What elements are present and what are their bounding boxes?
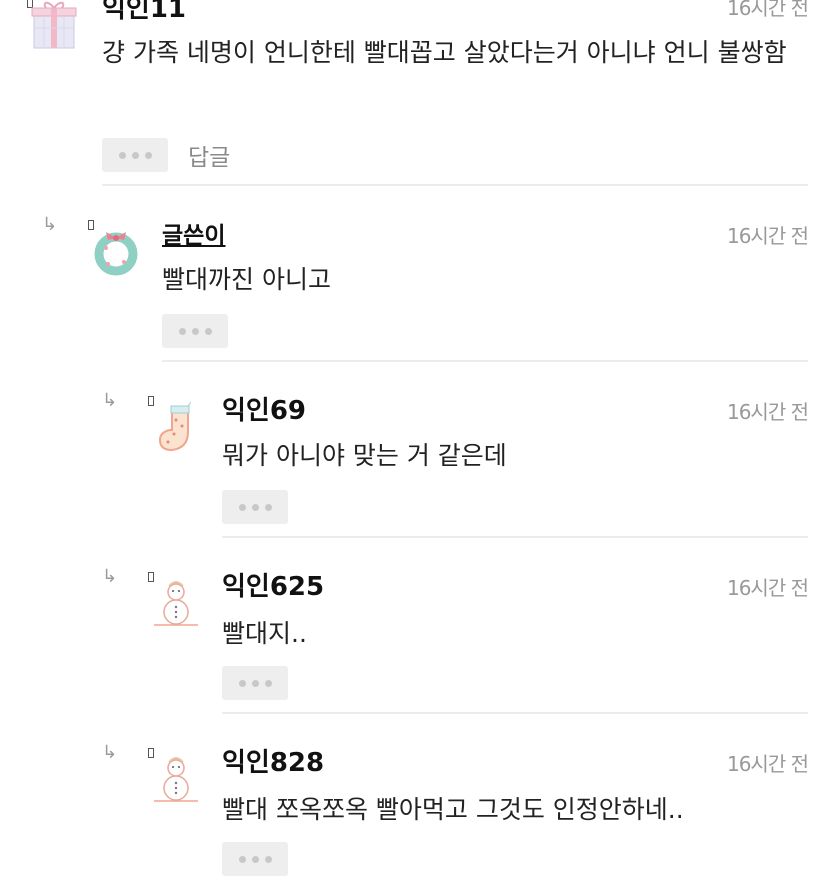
reply-button[interactable]: 답글 [188,138,230,172]
reply-arrow-icon: ↳ [42,214,58,235]
dot [238,503,246,511]
comment-text: 빨대지.. [222,619,307,648]
divider [162,360,808,362]
divider [222,536,808,538]
comment-timestamp: 16시간 전 [726,576,809,600]
reply-arrow-icon: ↳ [102,742,118,763]
dot [264,855,272,863]
dot [238,855,246,863]
dot [264,679,272,687]
divider [102,184,808,186]
dot [144,151,152,159]
comment-timestamp: 16시간 전 [726,400,809,424]
more-options-button[interactable] [102,138,168,172]
dot [131,151,139,159]
comment-author-name[interactable]: 익인625 [222,566,324,603]
dot [191,327,199,335]
snowman-icon [152,752,200,804]
dot [251,679,259,687]
more-options-button[interactable] [222,490,288,524]
comment-item: ↳ 익인828 16시간 전 빨대 쪼옥쪼옥 빨아먹고 그것도 인정안하네.. [0,718,828,881]
comment-item: ↳ 익인69 16시간 전 뭐가 아니야 맞는 거 같은데 [0,366,828,542]
comment-text: 빨대 쪼옥쪼옥 빨아먹고 그것도 인정안하네.. [222,795,684,824]
comment-item: ↳ 익인625 16시간 전 빨대지.. [0,542,828,718]
more-options-button[interactable] [162,314,228,348]
comment-timestamp: 16시간 전 [726,752,809,776]
comment-item: 익인11 16시간 전 걍 가족 네명이 언니한테 빨대꼽고 살았다는거 아니냐… [0,0,828,190]
comment-text: 뭐가 아니야 맞는 거 같은데 [222,441,507,470]
comment-timestamp: 16시간 전 [726,224,809,248]
dot [118,151,126,159]
dot [178,327,186,335]
dot [251,855,259,863]
comment-author-name[interactable]: 글쓴이 [162,216,225,250]
comment-author-name[interactable]: 익인11 [102,0,186,25]
comment-item: ↳ 글쓴이 16시간 전 빨대까진 아니고 [0,190,828,366]
comment-author-name[interactable]: 익인828 [222,742,324,779]
reply-arrow-icon: ↳ [102,566,118,587]
wreath-icon [92,228,140,280]
comment-text: 빨대까진 아니고 [162,265,331,294]
more-options-button[interactable] [222,666,288,700]
dot [264,503,272,511]
reply-arrow-icon: ↳ [102,390,118,411]
dot [204,327,212,335]
snowman-icon [152,576,200,628]
gift-box-icon [30,0,78,52]
more-options-button[interactable] [222,842,288,876]
stocking-icon [152,399,200,454]
dot [251,503,259,511]
comment-text: 걍 가족 네명이 언니한테 빨대꼽고 살았다는거 아니냐 언니 불쌍함 [102,38,787,67]
comment-author-name[interactable]: 익인69 [222,390,306,427]
dot [238,679,246,687]
comment-timestamp: 16시간 전 [726,0,809,20]
divider [222,712,808,714]
